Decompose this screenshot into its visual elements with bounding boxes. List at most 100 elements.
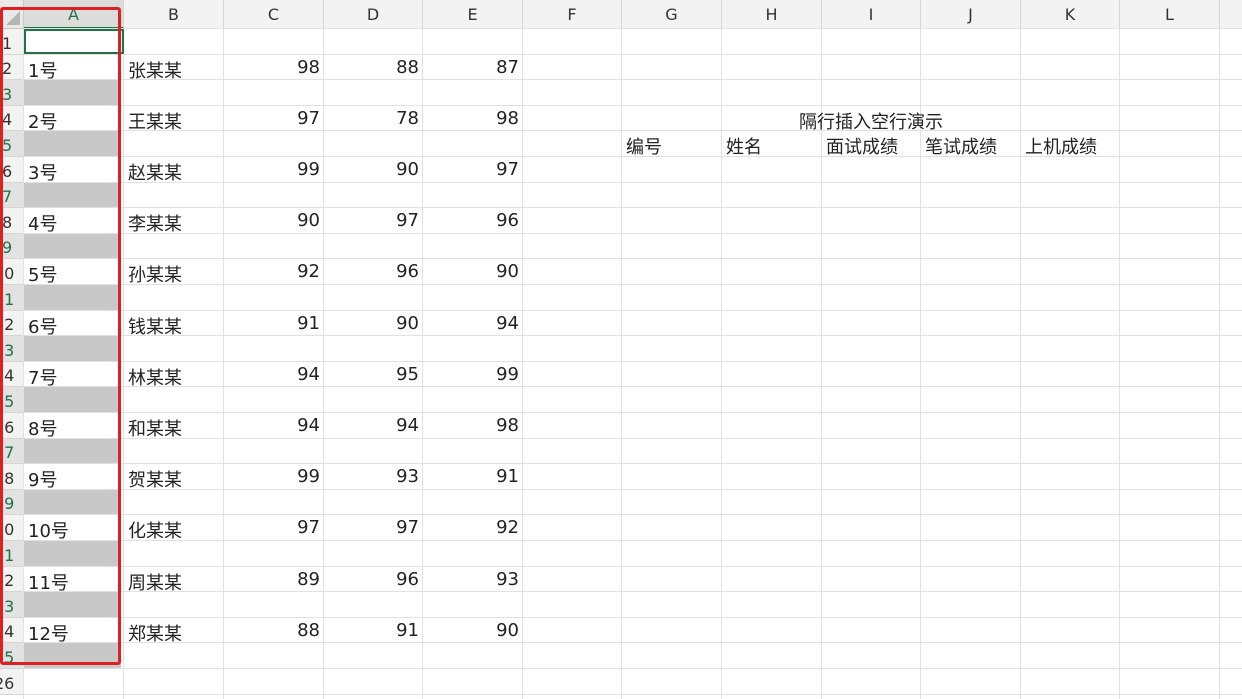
column-header-g[interactable]: G	[622, 0, 722, 29]
active-cell[interactable]	[24, 29, 124, 54]
demo-title-cell[interactable]: 隔行插入空行演示	[622, 108, 1120, 134]
row-header-13[interactable]: 13	[0, 336, 24, 362]
cell-score-d[interactable]: 88	[324, 57, 419, 78]
cell-score-c[interactable]: 94	[224, 364, 320, 385]
cell-id[interactable]: 2号	[28, 108, 57, 134]
cell-score-d[interactable]: 91	[324, 620, 419, 641]
cell-name[interactable]: 郑某某	[128, 620, 182, 646]
cell-name[interactable]: 张某某	[128, 57, 182, 83]
row-header-14[interactable]: 14	[0, 361, 24, 388]
column-header-d[interactable]: D	[324, 0, 423, 29]
cell-name[interactable]: 林某某	[128, 364, 182, 390]
row-header-23[interactable]: 23	[0, 592, 24, 618]
row-header-17[interactable]: 17	[0, 438, 24, 465]
cell-score-d[interactable]: 96	[324, 569, 419, 590]
column-header-c[interactable]: C	[224, 0, 324, 29]
cell-score-e[interactable]: 90	[423, 261, 519, 282]
row-header-21[interactable]: 21	[0, 541, 24, 567]
column-header-j[interactable]: J	[921, 0, 1021, 29]
row-header-25[interactable]: 25	[0, 643, 24, 669]
cell-id[interactable]: 12号	[28, 620, 69, 646]
cell-name[interactable]: 贺某某	[128, 466, 182, 492]
row-header-22[interactable]: 22	[0, 566, 24, 593]
cell-name[interactable]: 李某某	[128, 210, 182, 236]
cell-id[interactable]: 6号	[28, 313, 57, 339]
cell-score-c[interactable]: 88	[224, 620, 320, 641]
cell-score-d[interactable]: 94	[324, 415, 419, 436]
row-header-15[interactable]: 15	[0, 387, 24, 413]
demo-header-written[interactable]: 笔试成绩	[925, 133, 997, 159]
cell-name[interactable]: 周某某	[128, 569, 182, 595]
row-header-2[interactable]: 2	[0, 54, 24, 81]
cell-score-d[interactable]: 96	[324, 261, 419, 282]
cell-score-c[interactable]: 92	[224, 261, 320, 282]
cell-id[interactable]: 10号	[28, 517, 69, 543]
cell-score-e[interactable]: 98	[423, 415, 519, 436]
column-header-b[interactable]: B	[124, 0, 224, 29]
column-header-a[interactable]: A	[24, 0, 124, 29]
row-header-4[interactable]: 4	[0, 105, 24, 132]
row-header-7[interactable]: 7	[0, 182, 24, 209]
cell-score-e[interactable]: 96	[423, 210, 519, 231]
cell-score-c[interactable]: 89	[224, 569, 320, 590]
cell-name[interactable]: 孙某某	[128, 261, 182, 287]
demo-header-name[interactable]: 姓名	[726, 133, 762, 159]
row-header-3[interactable]: 3	[0, 80, 24, 106]
cell-score-c[interactable]: 91	[224, 313, 320, 334]
cell-name[interactable]: 赵某某	[128, 159, 182, 185]
cell-name[interactable]: 钱某某	[128, 313, 182, 339]
cell-id[interactable]: 3号	[28, 159, 57, 185]
demo-header-computer[interactable]: 上机成绩	[1025, 133, 1097, 159]
cell-score-c[interactable]: 98	[224, 57, 320, 78]
row-header-9[interactable]: 9	[0, 233, 24, 260]
column-header-e[interactable]: E	[423, 0, 523, 29]
cell-id[interactable]: 11号	[28, 569, 69, 595]
cell-id[interactable]: 9号	[28, 466, 57, 492]
cell-score-e[interactable]: 97	[423, 159, 519, 180]
cell-score-e[interactable]: 91	[423, 466, 519, 487]
cell-score-c[interactable]: 97	[224, 517, 320, 538]
cell-score-c[interactable]: 99	[224, 466, 320, 487]
cell-id[interactable]: 4号	[28, 210, 57, 236]
cell-id[interactable]: 8号	[28, 415, 57, 441]
cell-score-d[interactable]: 97	[324, 210, 419, 231]
cell-score-d[interactable]: 97	[324, 517, 419, 538]
cell-score-e[interactable]: 94	[423, 313, 519, 334]
cell-score-c[interactable]: 94	[224, 415, 320, 436]
cell-score-d[interactable]: 90	[324, 313, 419, 334]
cell-score-d[interactable]: 78	[324, 108, 419, 129]
cell-score-e[interactable]: 90	[423, 620, 519, 641]
row-header-12[interactable]: 12	[0, 310, 24, 337]
column-header-f[interactable]: F	[523, 0, 622, 29]
cell-score-e[interactable]: 87	[423, 57, 519, 78]
row-header-8[interactable]: 8	[0, 208, 24, 234]
cell-id[interactable]: 1号	[28, 57, 57, 83]
row-header-24[interactable]: 24	[0, 617, 24, 644]
cell-score-e[interactable]: 93	[423, 569, 519, 590]
demo-header-interview[interactable]: 面试成绩	[826, 133, 898, 159]
column-header-h[interactable]: H	[722, 0, 822, 29]
row-header-16[interactable]: 16	[0, 413, 24, 439]
row-header-6[interactable]: 6	[0, 157, 24, 183]
row-header-19[interactable]: 19	[0, 489, 24, 516]
select-all-button[interactable]	[0, 0, 24, 29]
cell-score-c[interactable]: 90	[224, 210, 320, 231]
cell-score-c[interactable]: 99	[224, 159, 320, 180]
cell-score-d[interactable]: 95	[324, 364, 419, 385]
demo-header-id[interactable]: 编号	[626, 133, 662, 159]
cell-score-e[interactable]: 98	[423, 108, 519, 129]
cell-score-e[interactable]: 99	[423, 364, 519, 385]
cell-id[interactable]: 5号	[28, 261, 57, 287]
row-header-11[interactable]: 11	[0, 285, 24, 311]
cell-name[interactable]: 和某某	[128, 415, 182, 441]
row-header-10[interactable]: 10	[0, 259, 24, 285]
cell-name[interactable]: 王某某	[128, 108, 182, 134]
row-header-18[interactable]: 18	[0, 464, 24, 490]
column-header-k[interactable]: K	[1021, 0, 1120, 29]
cell-score-d[interactable]: 93	[324, 466, 419, 487]
cell-id[interactable]: 7号	[28, 364, 57, 390]
row-header-26[interactable]: 26	[0, 669, 24, 695]
row-header-5[interactable]: 5	[0, 131, 24, 157]
cell-score-d[interactable]: 90	[324, 159, 419, 180]
cell-score-e[interactable]: 92	[423, 517, 519, 538]
